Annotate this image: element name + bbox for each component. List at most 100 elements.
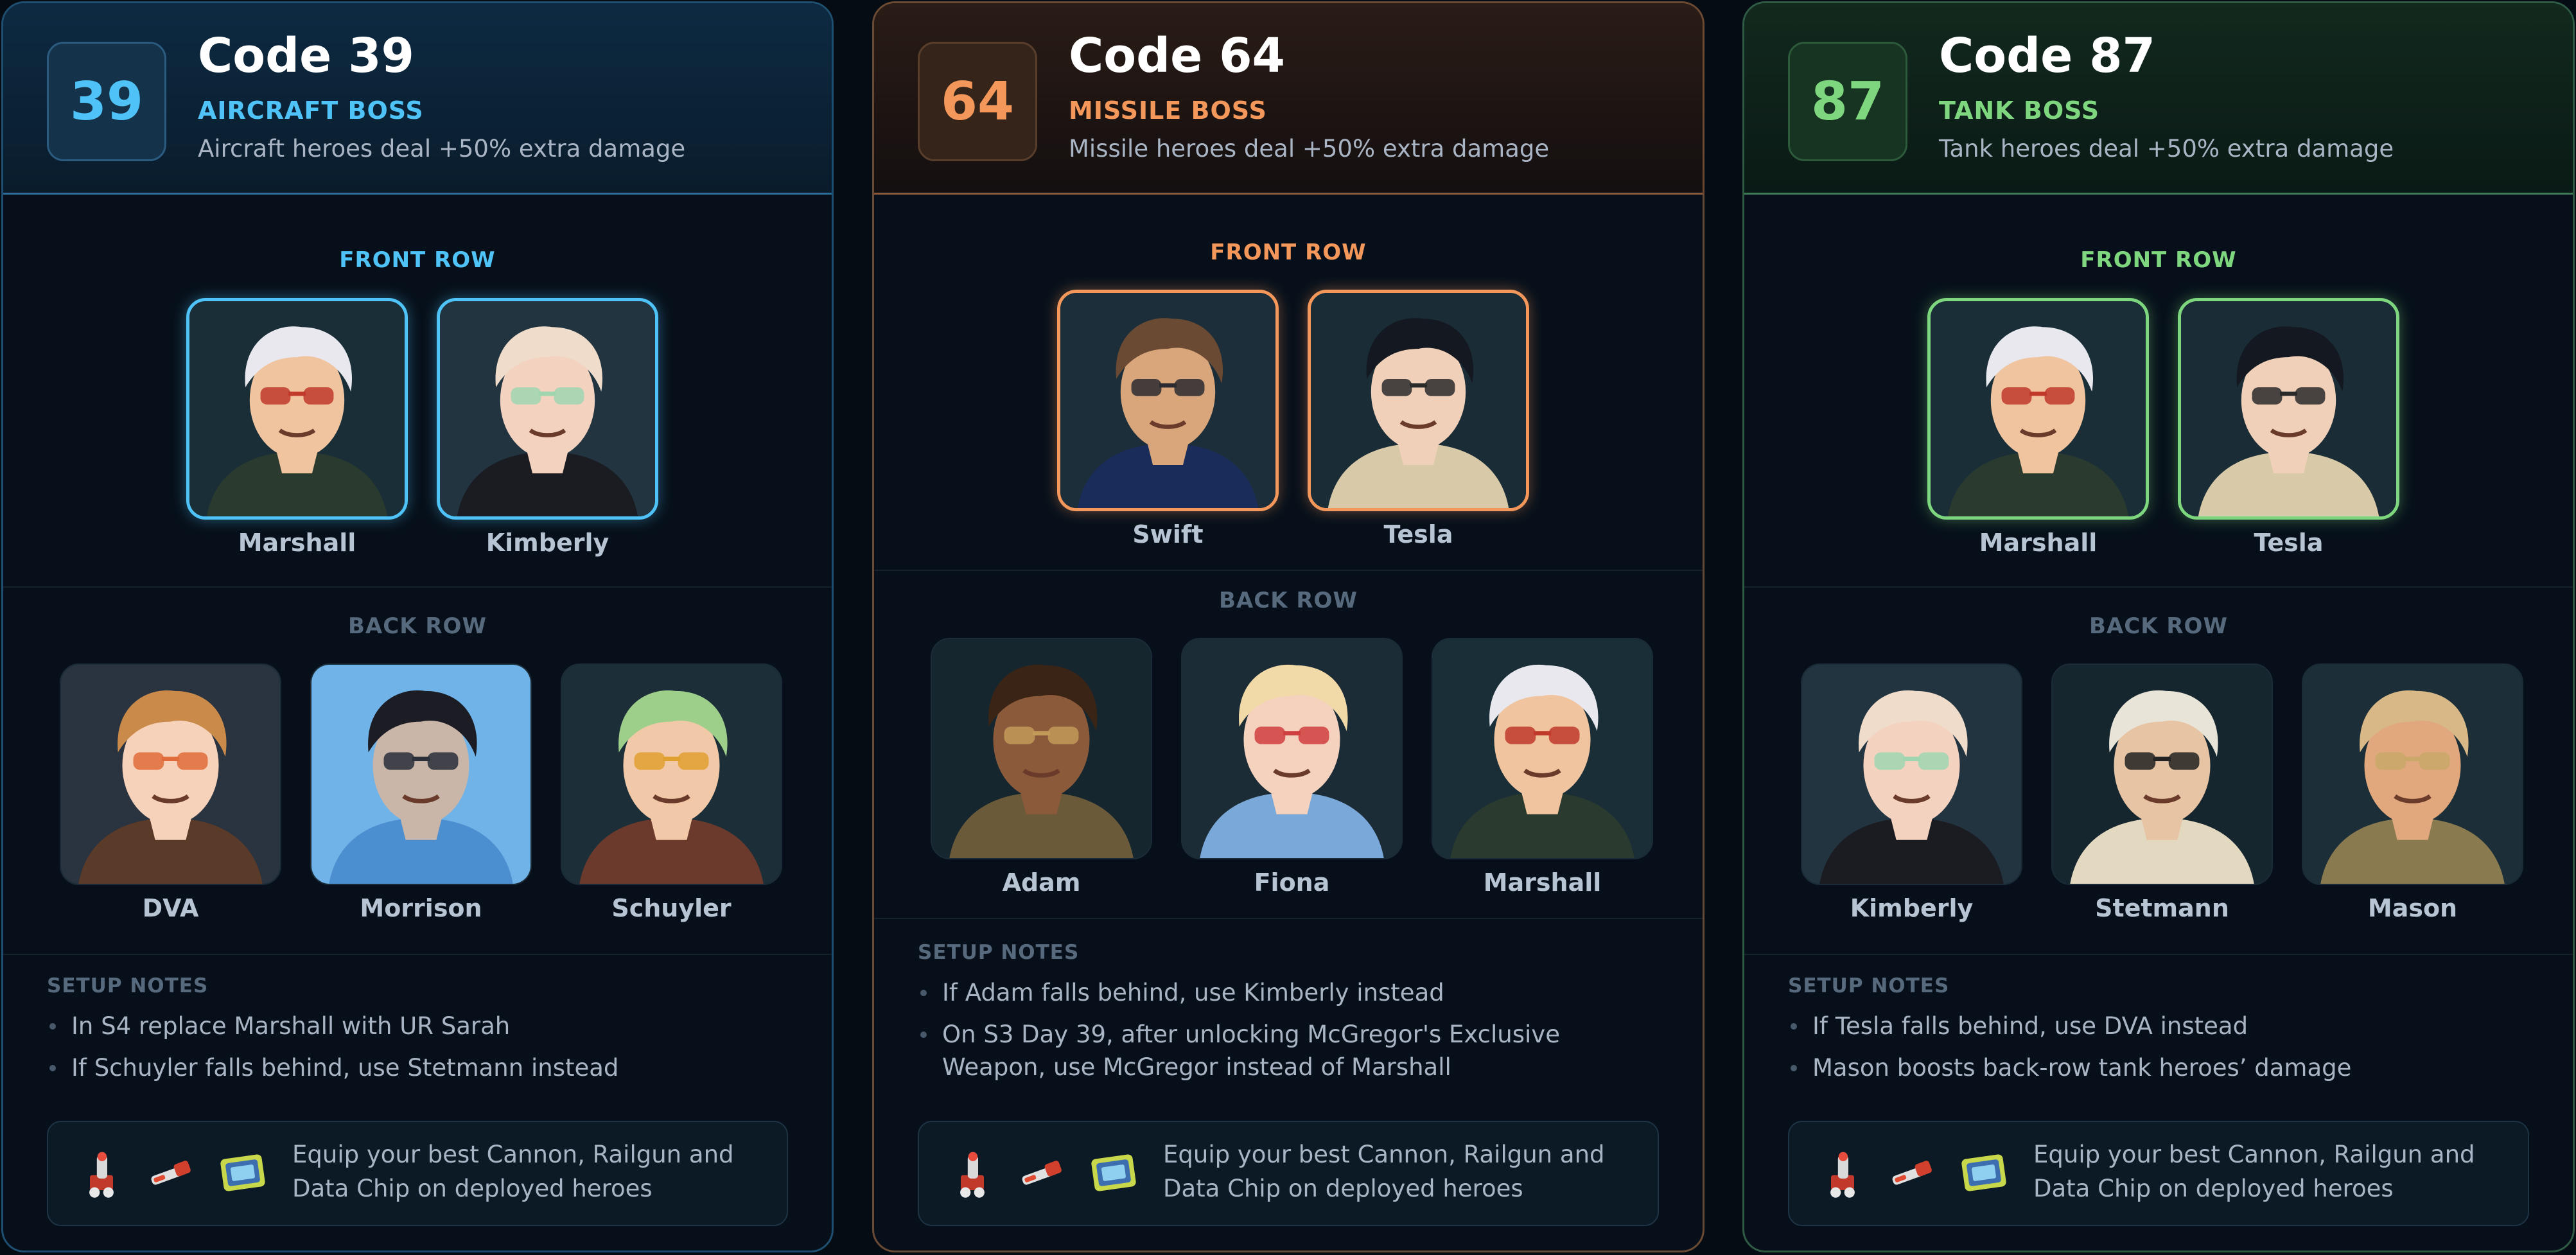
cannon-icon — [1814, 1144, 1871, 1202]
section-divider — [3, 954, 832, 955]
boss-description: Tank heroes deal +50% extra damage — [1939, 135, 2394, 162]
hero-portrait — [2302, 663, 2523, 885]
hero-portrait — [1308, 290, 1529, 511]
boss-type-label: MISSILE BOSS — [1069, 96, 1267, 125]
hero-name: DVA — [142, 894, 199, 922]
section-divider — [1744, 954, 2573, 955]
code-badge: 87 — [1788, 42, 1907, 161]
card-title: Code 64 — [1069, 28, 1286, 83]
setup-note: If Tesla falls behind, use DVA instead — [1788, 1010, 2528, 1042]
hero-slot-back[interactable]: Mason — [2302, 663, 2523, 924]
hero-name: Adam — [1002, 868, 1081, 897]
equipment-tip: Equip your best Cannon, Railgun and Data… — [47, 1121, 788, 1226]
front-row-label: FRONT ROW — [1210, 240, 1367, 265]
equipment-tip-text: Equip your best Cannon, Railgun and Data… — [2033, 1141, 2475, 1202]
hero-slot-back[interactable]: Kimberly — [1801, 663, 2022, 924]
hero-slot-front[interactable]: Kimberly — [437, 298, 658, 558]
boss-description: Aircraft heroes deal +50% extra damage — [198, 135, 686, 162]
setup-notes-title: SETUP NOTES — [47, 974, 209, 997]
front-row-label: FRONT ROW — [339, 247, 496, 273]
hero-portrait — [931, 638, 1152, 859]
boss-card: 87 Code 87 TANK BOSS Tank heroes deal +50% … — [1742, 1, 2575, 1252]
section-divider — [874, 570, 1703, 571]
hero-name: Marshall — [1979, 529, 2098, 557]
setup-note: If Adam falls behind, use Kimberly inste… — [918, 976, 1658, 1009]
data-chip-icon — [1955, 1144, 2013, 1202]
boss-card: 64 Code 64 MISSILE BOSS Missile heroes deal… — [872, 1, 1704, 1252]
hero-slot-back[interactable]: Marshall — [1432, 638, 1653, 898]
hero-name: Kimberly — [486, 529, 609, 557]
hero-portrait — [1181, 638, 1403, 859]
hero-portrait — [186, 298, 408, 520]
hero-name: Tesla — [2254, 529, 2324, 557]
hero-slot-front[interactable]: Tesla — [1308, 290, 1529, 550]
hero-portrait — [310, 663, 532, 885]
hero-portrait — [437, 298, 658, 520]
hero-slot-front[interactable]: Swift — [1057, 290, 1279, 550]
boss-card: 39 Code 39 AIRCRAFT BOSS Aircraft heroes de… — [1, 1, 834, 1252]
hero-name: Fiona — [1254, 868, 1330, 897]
hero-slot-back[interactable]: DVA — [60, 663, 281, 924]
card-header: 87 Code 87 TANK BOSS Tank heroes deal +50% … — [1744, 3, 2573, 195]
boss-type-label: TANK BOSS — [1939, 96, 2100, 125]
boss-description: Missile heroes deal +50% extra damage — [1069, 135, 1550, 162]
hero-name: Marshall — [1483, 868, 1602, 897]
setup-notes-title: SETUP NOTES — [918, 941, 1080, 964]
hero-slot-back[interactable]: Morrison — [310, 663, 532, 924]
setup-note: Mason boosts back-row tank heroes’ damag… — [1788, 1051, 2528, 1084]
section-divider — [874, 918, 1703, 919]
section-divider — [3, 586, 832, 588]
hero-slot-back[interactable]: Schuyler — [561, 663, 782, 924]
hero-name: Morrison — [360, 894, 482, 922]
hero-portrait — [1432, 638, 1653, 859]
railgun-icon — [143, 1144, 201, 1202]
setup-notes-list: If Tesla falls behind, use DVA instead Ma… — [1788, 1010, 2528, 1093]
hero-slot-front[interactable]: Marshall — [1927, 298, 2149, 558]
hero-name: Mason — [2367, 894, 2458, 922]
hero-slot-back[interactable]: Stetmann — [2051, 663, 2273, 924]
hero-slot-back[interactable]: Adam — [931, 638, 1152, 898]
card-header: 64 Code 64 MISSILE BOSS Missile heroes deal… — [874, 3, 1703, 195]
cannon-icon — [73, 1144, 130, 1202]
hero-name: Schuyler — [611, 894, 732, 922]
data-chip-icon — [214, 1144, 272, 1202]
code-badge: 39 — [47, 42, 166, 161]
front-row-label: FRONT ROW — [2080, 247, 2237, 273]
hero-name: Swift — [1132, 520, 1204, 549]
hero-slot-back[interactable]: Fiona — [1181, 638, 1403, 898]
railgun-icon — [1014, 1144, 1072, 1202]
hero-portrait — [60, 663, 281, 885]
code-badge: 64 — [918, 42, 1037, 161]
equipment-tip: Equip your best Cannon, Railgun and Data… — [1788, 1121, 2529, 1226]
data-chip-icon — [1085, 1144, 1143, 1202]
card-header: 39 Code 39 AIRCRAFT BOSS Aircraft heroes de… — [3, 3, 832, 195]
railgun-icon — [1884, 1144, 1942, 1202]
back-row-label: BACK ROW — [1219, 588, 1358, 613]
hero-portrait — [1927, 298, 2149, 520]
equipment-tip-text: Equip your best Cannon, Railgun and Data… — [1163, 1141, 1605, 1202]
hero-portrait — [1801, 663, 2022, 885]
hero-slot-front[interactable]: Tesla — [2178, 298, 2399, 558]
equipment-tip: Equip your best Cannon, Railgun and Data… — [918, 1121, 1659, 1226]
setup-notes-list: In S4 replace Marshall with UR Sarah If S… — [47, 1010, 787, 1093]
card-title: Code 87 — [1939, 28, 2156, 83]
hero-portrait — [1057, 290, 1279, 511]
setup-note: If Schuyler falls behind, use Stetmann i… — [47, 1051, 787, 1084]
hero-name: Marshall — [238, 529, 356, 557]
hero-slot-front[interactable]: Marshall — [186, 298, 408, 558]
hero-portrait — [561, 663, 782, 885]
boss-type-label: AIRCRAFT BOSS — [198, 96, 424, 125]
hero-portrait — [2051, 663, 2273, 885]
setup-note: On S3 Day 39, after unlocking McGregor's… — [918, 1018, 1658, 1084]
setup-notes-title: SETUP NOTES — [1788, 974, 1950, 997]
section-divider — [1744, 586, 2573, 588]
hero-portrait — [2178, 298, 2399, 520]
back-row-label: BACK ROW — [348, 613, 487, 639]
back-row-label: BACK ROW — [2089, 613, 2228, 639]
setup-notes-list: If Adam falls behind, use Kimberly inste… — [918, 976, 1658, 1093]
card-title: Code 39 — [198, 28, 415, 83]
equipment-tip-text: Equip your best Cannon, Railgun and Data… — [292, 1141, 734, 1202]
setup-note: In S4 replace Marshall with UR Sarah — [47, 1010, 787, 1042]
hero-name: Stetmann — [2095, 894, 2229, 922]
hero-name: Tesla — [1383, 520, 1453, 549]
